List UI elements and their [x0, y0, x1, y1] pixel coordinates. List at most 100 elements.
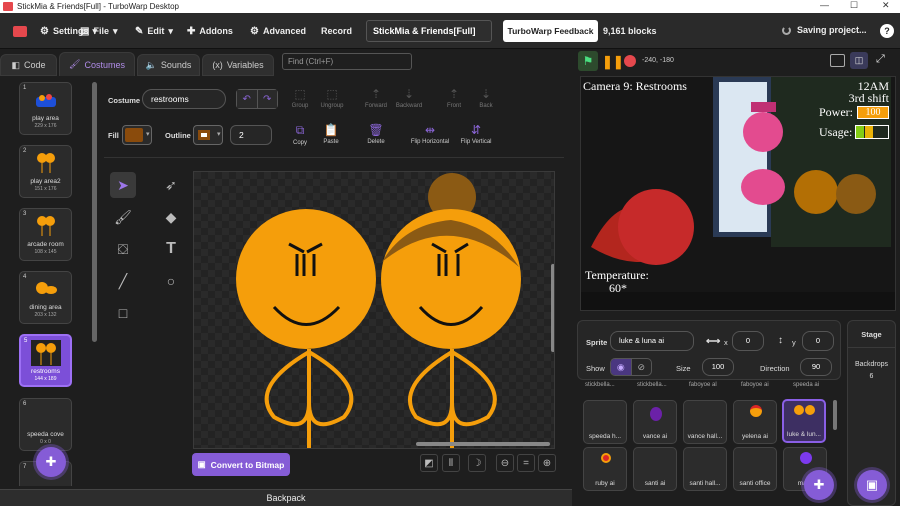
- find-input[interactable]: Find (Ctrl+F): [282, 53, 412, 70]
- forward-label: Forward: [364, 103, 387, 109]
- convert-label: Convert to Bitmap: [210, 459, 285, 470]
- choose-costume-button[interactable]: ✚: [36, 447, 66, 477]
- toolbar-divider: [104, 157, 564, 158]
- costume-item[interactable]: 2 play area2 151 x 176: [19, 145, 72, 198]
- back-button[interactable]: ⇣ Back: [466, 87, 506, 109]
- pattern-button[interactable]: ⦀: [442, 454, 460, 472]
- file-menu[interactable]: ▤ File ▾: [80, 13, 118, 49]
- sprite-info-panel: Sprite luke & luna ai ⟷ x 0 ↕ y 0 Show ◉…: [577, 320, 841, 380]
- stage-view[interactable]: Camera 9: Restrooms 12AM 3rd shift Power…: [580, 76, 896, 311]
- canvas-h-scrollbar[interactable]: [416, 442, 550, 446]
- line-tool[interactable]: ╱: [110, 268, 136, 294]
- text-tool[interactable]: T: [158, 236, 184, 262]
- edit-menu[interactable]: ✎ Edit ▾: [135, 13, 173, 49]
- flip-horizontal-button[interactable]: ⇹ Flip Horizontal: [405, 123, 455, 145]
- minimize-button[interactable]: —: [820, 0, 829, 10]
- fill-tool[interactable]: ⛋: [110, 236, 136, 262]
- tab-code[interactable]: ◧ Code: [0, 54, 57, 76]
- circle-tool[interactable]: ○: [158, 268, 184, 294]
- costume-size: 144 x 189: [34, 376, 57, 382]
- hide-eye-icon[interactable]: ⊘: [630, 359, 652, 375]
- stage-panel-title: Stage: [848, 321, 895, 348]
- choose-backdrop-button[interactable]: ▣: [857, 470, 887, 500]
- feedback-button[interactable]: TurboWarp Feedback: [503, 20, 598, 42]
- costume-list-scrollbar[interactable]: [92, 82, 97, 342]
- fill-swatch: [125, 128, 143, 142]
- sprite-tile[interactable]: santi hall...: [683, 447, 727, 491]
- sprite-tile[interactable]: vance ai: [633, 400, 677, 444]
- sprite-tile[interactable]: speeda h...: [583, 400, 627, 444]
- stop-button[interactable]: [624, 55, 636, 67]
- record-button[interactable]: Record: [321, 13, 352, 49]
- costume-item[interactable]: 3 arcade room 108 x 145: [19, 208, 72, 261]
- green-flag-button[interactable]: ⚑: [578, 51, 598, 71]
- sprite-name-input[interactable]: luke & luna ai: [610, 331, 694, 351]
- costume-item[interactable]: 4 dining area 203 x 132: [19, 271, 72, 324]
- sprite-list-scrollbar[interactable]: [833, 400, 837, 430]
- arrow-icon: ➤: [117, 176, 129, 193]
- tab-costumes[interactable]: 🖌 Costumes: [59, 52, 135, 76]
- fullscreen-button[interactable]: ⤢: [876, 53, 885, 66]
- reshape-tool[interactable]: ➶: [158, 172, 184, 198]
- zoom-in-button[interactable]: ⊕: [538, 454, 556, 472]
- costume-size: 151 x 176: [34, 186, 57, 192]
- large-stage-button[interactable]: ◫: [850, 52, 868, 69]
- sprite-tile[interactable]: santi ai: [633, 447, 677, 491]
- costume-name-input[interactable]: restrooms: [142, 89, 226, 109]
- brush-tool[interactable]: 🖌: [110, 204, 136, 230]
- brush-mode-button[interactable]: ◩: [420, 454, 438, 472]
- sprite-x-input[interactable]: 0: [732, 331, 764, 351]
- paste-button[interactable]: 📋 Paste: [311, 123, 351, 145]
- turbowarp-logo[interactable]: [8, 13, 32, 49]
- maximize-button[interactable]: ☐: [850, 0, 858, 11]
- select-tool[interactable]: ➤: [110, 172, 136, 198]
- outline-color-picker[interactable]: ▾: [193, 125, 223, 145]
- tab-variables[interactable]: (x) Variables: [202, 54, 274, 76]
- paint-canvas[interactable]: [193, 171, 555, 449]
- redo-icon[interactable]: ↷: [256, 90, 277, 108]
- tab-sounds[interactable]: 🔈 Sounds: [137, 54, 200, 76]
- sprite-tile[interactable]: yelena ai: [733, 400, 777, 444]
- backpack-bar[interactable]: Backpack: [0, 489, 572, 506]
- sprite-tile[interactable]: vance hall...: [683, 400, 727, 444]
- outline-width-input[interactable]: 2: [230, 125, 272, 145]
- ungroup-button[interactable]: ⬚ Ungroup: [312, 87, 352, 109]
- costume-item[interactable]: 6 speeda cove 0 x 0: [19, 398, 72, 451]
- small-stage-button[interactable]: [830, 54, 845, 67]
- pause-button[interactable]: ❚❚: [602, 54, 624, 70]
- sprite-tile[interactable]: santi office: [733, 447, 777, 491]
- fill-color-picker[interactable]: ▾: [122, 125, 152, 145]
- convert-to-bitmap-button[interactable]: ▣ Convert to Bitmap: [192, 453, 290, 476]
- delete-button[interactable]: 🗑 Delete: [356, 123, 396, 145]
- paste-icon: 📋: [323, 123, 339, 137]
- close-button[interactable]: ✕: [882, 0, 890, 11]
- file-label: File: [93, 26, 109, 36]
- chevron-down-icon: ▾: [168, 25, 173, 36]
- costume-item-selected[interactable]: 5 restrooms 144 x 189: [19, 334, 72, 387]
- undo-icon[interactable]: ↶: [237, 90, 257, 108]
- flip-vertical-button[interactable]: ⇵ Flip Vertical: [452, 123, 500, 145]
- sprite-size-input[interactable]: 100: [702, 358, 734, 376]
- rectangle-tool[interactable]: □: [110, 300, 136, 326]
- sprite-direction-input[interactable]: 90: [800, 358, 832, 376]
- canvas-v-scrollbar[interactable]: [551, 264, 554, 352]
- costume-item[interactable]: 1 play area 229 x 176: [19, 82, 72, 135]
- sprite-partial-name: faboyoe ai: [741, 382, 769, 388]
- show-eye-icon[interactable]: ◉: [611, 359, 631, 375]
- addons-menu[interactable]: ✚ Addons: [187, 13, 233, 49]
- help-button[interactable]: ?: [880, 24, 894, 38]
- advanced-menu[interactable]: ⚙ Advanced: [250, 13, 306, 49]
- brush-icon: 🖌: [69, 59, 81, 69]
- luna-character: [381, 173, 521, 448]
- sprite-y-input[interactable]: 0: [802, 331, 834, 351]
- sprite-tile[interactable]: ruby ai: [583, 447, 627, 491]
- eraser-tool[interactable]: ◆: [158, 204, 184, 230]
- sprite-tile-selected[interactable]: luke & lun...: [782, 399, 826, 443]
- zoom-reset-button[interactable]: =: [517, 454, 535, 472]
- backward-button[interactable]: ⇣ Backward: [389, 87, 429, 109]
- zoom-out-button[interactable]: ⊖: [496, 454, 514, 472]
- project-title-input[interactable]: StickMia & Friends[Full]: [366, 20, 492, 42]
- dark-mode-button[interactable]: ☽: [468, 454, 486, 472]
- sprite-thumb: [601, 453, 611, 463]
- choose-sprite-button[interactable]: ✚: [804, 470, 834, 500]
